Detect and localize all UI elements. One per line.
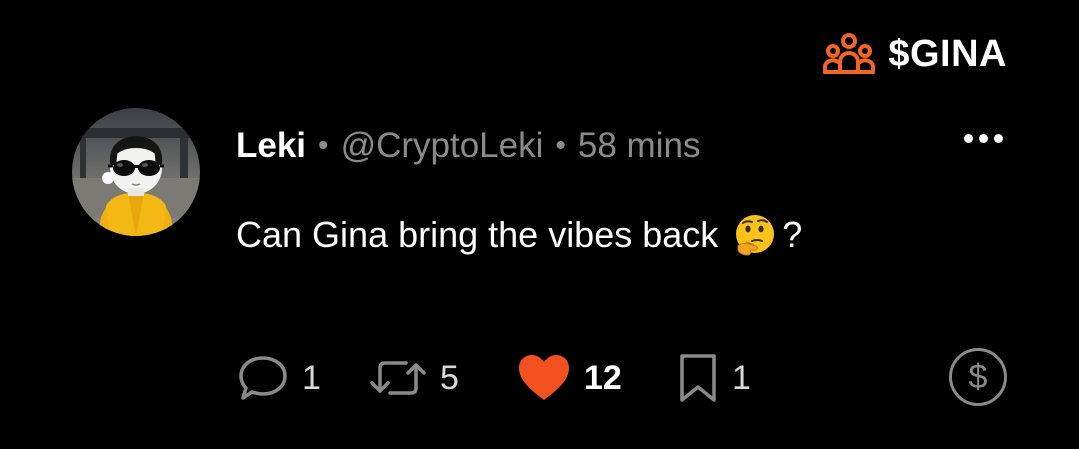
bookmark-icon (680, 354, 716, 402)
more-options-icon[interactable] (964, 128, 1003, 149)
author-handle[interactable]: @CryptoLeki (341, 126, 544, 166)
separator-dot: • (555, 129, 566, 162)
repost-icon (370, 361, 426, 395)
heart-icon (519, 355, 569, 400)
author-name[interactable]: Leki (236, 126, 306, 166)
post-text-content: Can Gina bring the vibes back (236, 214, 719, 255)
more-dot (964, 134, 973, 143)
bookmark-button[interactable]: 1 (676, 350, 751, 406)
separator-dot: • (318, 129, 329, 162)
more-dot (994, 134, 1003, 143)
avatar-image (72, 108, 200, 236)
repost-button[interactable]: 5 (368, 350, 459, 406)
avatar[interactable] (72, 108, 200, 236)
more-dot (979, 134, 988, 143)
community-group-icon (823, 33, 876, 74)
repost-count: 5 (440, 359, 459, 397)
post-text-suffix: ? (782, 214, 803, 255)
like-count: 12 (584, 359, 622, 397)
bookmark-count: 1 (732, 359, 751, 397)
community-tag[interactable]: $GINA (822, 32, 1007, 76)
community-name: $GINA (888, 33, 1007, 75)
post-header: Leki • @CryptoLeki • 58 mins (236, 124, 700, 168)
thinking-face-emoji (732, 212, 778, 258)
reply-button[interactable]: 1 (236, 350, 321, 406)
reply-count: 1 (302, 359, 321, 397)
like-button[interactable]: 12 (516, 350, 622, 406)
reply-icon (239, 356, 287, 400)
dollar-tip-icon[interactable]: $ (949, 348, 1007, 406)
post-text: Can Gina bring the vibes back ? (236, 212, 802, 258)
tip-label: $ (968, 358, 988, 396)
post-timestamp: 58 mins (577, 126, 701, 165)
